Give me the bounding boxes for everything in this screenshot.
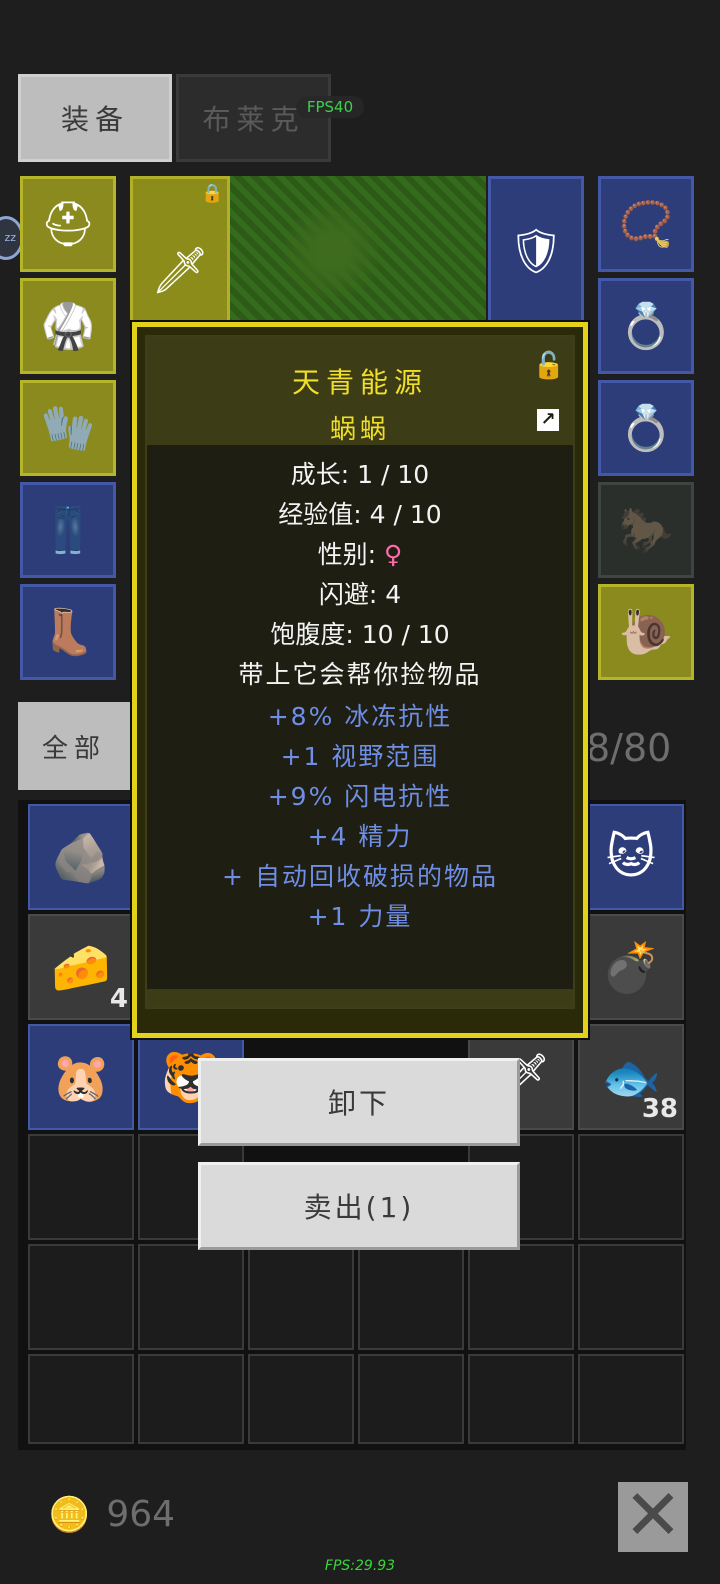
pet-card-icon: 🐌	[618, 607, 674, 658]
inventory-capacity: 8/80	[586, 726, 672, 770]
inventory-slot[interactable]: 🐱	[578, 804, 684, 910]
bonus-line: +1 视野范围	[280, 742, 440, 771]
popup-footer	[147, 989, 573, 1007]
sell-button[interactable]: 卖出(1)	[198, 1162, 520, 1250]
gold-amount: 964	[106, 1494, 176, 1535]
helmet-icon: ⛑	[40, 199, 96, 250]
inventory-slot-empty[interactable]	[578, 1244, 684, 1350]
inventory-slot-empty[interactable]	[578, 1134, 684, 1240]
stat-growth: 成长: 1 / 10	[290, 460, 430, 489]
fps-counter-top: FPS40	[296, 96, 364, 118]
item-quantity: 4	[109, 984, 128, 1014]
armor-slot[interactable]: 🥋	[20, 278, 116, 374]
sword-icon: 🗡	[151, 243, 210, 297]
inventory-slot-empty[interactable]	[578, 1354, 684, 1444]
pet-card-icon: 🐹	[51, 1049, 111, 1106]
item-description: 带上它会帮你捡物品	[238, 660, 482, 689]
helmet-slot[interactable]: ⛑	[20, 176, 116, 272]
amulet-slot[interactable]: 📿	[598, 176, 694, 272]
tab-blake[interactable]: 布莱克	[176, 74, 331, 162]
inventory-slot-empty[interactable]	[358, 1244, 464, 1350]
mount-slot[interactable]: 🐎	[598, 482, 694, 578]
gold-display: 🪙 964	[48, 1494, 175, 1535]
inventory-slot-empty[interactable]	[468, 1244, 574, 1350]
stat-experience: 经验值: 4 / 10	[278, 500, 442, 529]
ring-icon: 💍	[618, 301, 674, 352]
stone-icon: 🪨	[51, 829, 111, 886]
external-link-icon[interactable]: ↗	[537, 409, 559, 431]
inventory-slot[interactable]: 🐟 38	[578, 1024, 684, 1130]
close-button[interactable]: ✕	[618, 1480, 688, 1552]
popup-header: 天青能源 蜗蜗 🔓 ↗	[147, 337, 573, 445]
bomb-icon: 💣	[601, 939, 661, 996]
unlock-icon[interactable]: 🔓	[533, 351, 565, 381]
bonus-line: +1 力量	[307, 902, 413, 931]
boots-icon: 👢	[40, 607, 96, 658]
inventory-slot[interactable]: 🧀 4	[28, 914, 134, 1020]
bonus-line: +8% 冰冻抗性	[267, 702, 453, 731]
armor-icon: 🥋	[40, 301, 96, 352]
character-preview	[230, 176, 486, 326]
item-subtitle: 蜗蜗	[329, 415, 390, 445]
gloves-slot[interactable]: 🧤	[20, 380, 116, 476]
weapon-slot[interactable]: 🔒 🗡	[130, 176, 230, 326]
inventory-slot-empty[interactable]	[28, 1244, 134, 1350]
pants-icon: 👖	[40, 505, 96, 556]
shield-icon: 🛡	[508, 226, 564, 277]
female-icon: ♀	[384, 540, 403, 569]
inventory-slot-empty[interactable]	[138, 1354, 244, 1444]
item-quantity: 38	[641, 1094, 678, 1124]
ring-slot-1[interactable]: 💍	[598, 278, 694, 374]
inventory-slot-empty[interactable]	[138, 1244, 244, 1350]
tab-equipment[interactable]: 装备	[18, 74, 172, 162]
lock-icon: 🔒	[201, 183, 224, 204]
bonus-line: + 自动回收破损的物品	[222, 862, 498, 891]
inventory-slot[interactable]: 🪨	[28, 804, 134, 910]
ring-slot-2[interactable]: 💍	[598, 380, 694, 476]
stat-satiety: 饱腹度: 10 / 10	[270, 620, 450, 649]
pet-slot[interactable]: 🐌	[598, 584, 694, 680]
inventory-slot-empty[interactable]	[358, 1354, 464, 1444]
inventory-slot-empty[interactable]	[28, 1354, 134, 1444]
bonus-line: +4 精力	[307, 822, 413, 851]
item-info-popup: 天青能源 蜗蜗 🔓 ↗ 成长: 1 / 10 经验值: 4 / 10 性别: ♀…	[130, 320, 590, 1040]
inventory-slot[interactable]: 🐹	[28, 1024, 134, 1130]
horse-icon: 🐎	[618, 505, 674, 556]
boots-slot[interactable]: 👢	[20, 584, 116, 680]
unequip-button[interactable]: 卸下	[198, 1058, 520, 1146]
inventory-slot[interactable]: 💣	[578, 914, 684, 1020]
inventory-slot-empty[interactable]	[248, 1354, 354, 1444]
gold-coins-icon: 🪙	[48, 1494, 91, 1535]
amulet-icon: 📿	[618, 199, 674, 250]
fps-counter-bottom: FPS:29.93	[324, 1558, 396, 1574]
pet-card-icon: 🐱	[605, 829, 657, 885]
inventory-slot-empty[interactable]	[468, 1354, 574, 1444]
inventory-slot-empty[interactable]	[28, 1134, 134, 1240]
stat-gender: 性别: ♀	[317, 540, 403, 569]
category-tab-all[interactable]: 全部	[18, 702, 130, 790]
bonus-line: +9% 闪电抗性	[267, 782, 453, 811]
gloves-icon: 🧤	[40, 403, 96, 454]
pants-slot[interactable]: 👖	[20, 482, 116, 578]
ring-icon: 💍	[618, 403, 674, 454]
stat-dodge: 闪避: 4	[318, 580, 402, 609]
shield-slot[interactable]: 🛡	[488, 176, 584, 326]
inventory-slot-empty[interactable]	[248, 1244, 354, 1350]
item-title: 天青能源	[291, 366, 428, 399]
